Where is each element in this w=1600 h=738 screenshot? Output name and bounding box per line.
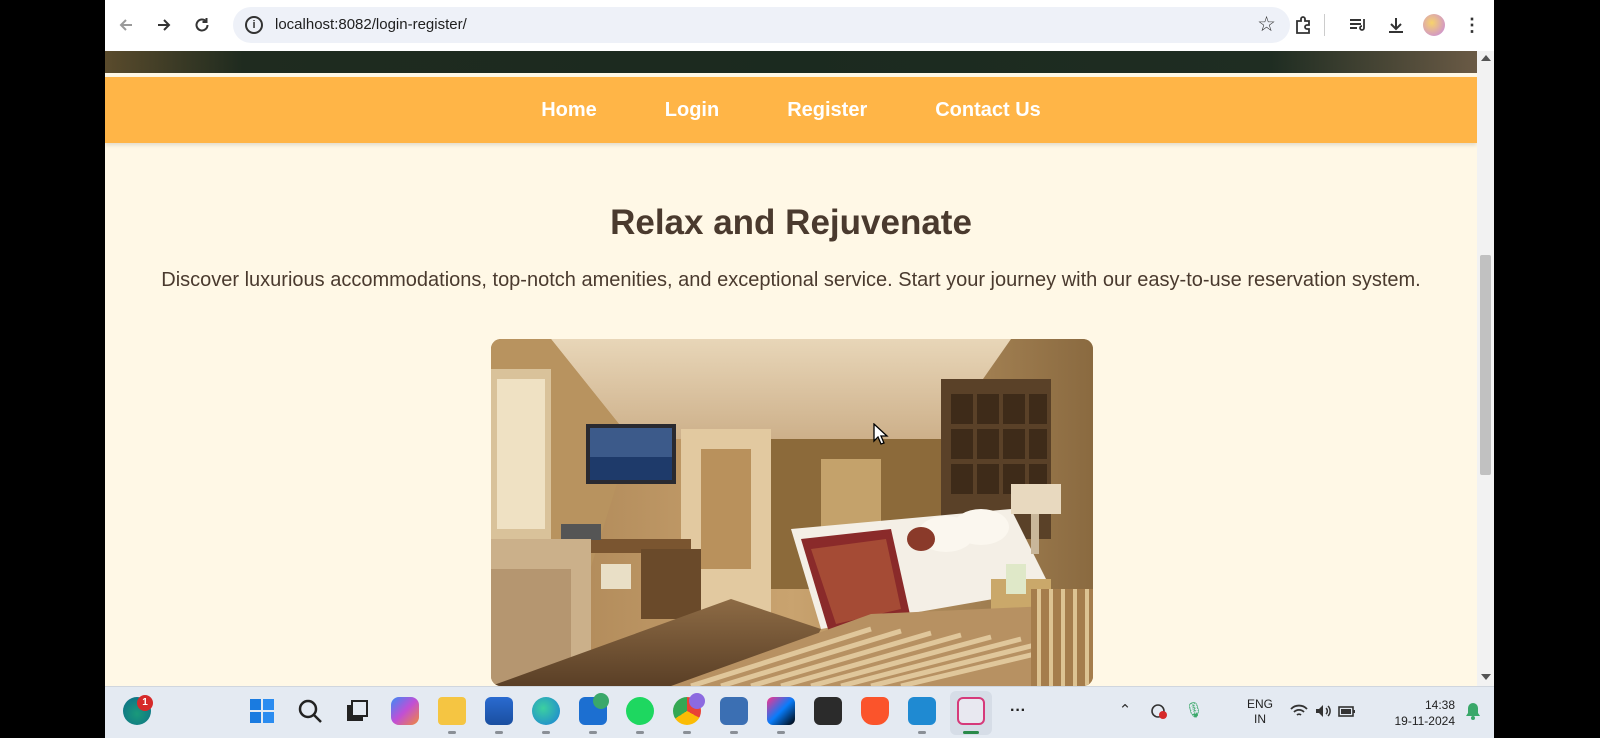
download-icon[interactable] bbox=[1383, 12, 1409, 38]
language-indicator[interactable]: ENG IN bbox=[1247, 697, 1273, 727]
search-icon[interactable] bbox=[296, 697, 324, 725]
reload-icon bbox=[195, 18, 209, 32]
clock-date: 19-11-2024 bbox=[1394, 714, 1456, 728]
back-button[interactable] bbox=[113, 12, 139, 38]
teams-badge bbox=[593, 693, 609, 709]
snipping-tool-icon[interactable] bbox=[957, 697, 985, 725]
chrome-running-dot bbox=[683, 731, 691, 734]
chrome-profile-badge bbox=[689, 693, 705, 709]
clock[interactable]: 14:38 19-11-2024 bbox=[1373, 697, 1456, 729]
vscode-icon[interactable] bbox=[908, 697, 936, 725]
more-apps-icon[interactable]: ··· bbox=[1004, 697, 1032, 725]
spotify-running-dot bbox=[636, 731, 644, 734]
edge-running-dot bbox=[542, 731, 550, 734]
wifi-icon[interactable] bbox=[1289, 701, 1309, 721]
brave-browser-icon[interactable] bbox=[861, 697, 889, 725]
menu-kebab-icon[interactable]: ⋮ bbox=[1459, 12, 1485, 38]
browser-toolbar: i localhost:8082/login-register/ ☆ ⋮ bbox=[105, 0, 1494, 51]
battery-icon[interactable] bbox=[1337, 701, 1357, 721]
arrow-right-icon bbox=[158, 19, 171, 31]
teams-running-dot bbox=[589, 731, 597, 734]
mysql-workbench-icon[interactable] bbox=[720, 697, 748, 725]
tray-overflow-chevron-icon[interactable]: ⌃ bbox=[1115, 701, 1135, 721]
windows-start-icon[interactable] bbox=[248, 697, 276, 725]
spotify-icon[interactable] bbox=[626, 697, 654, 725]
nav-register-link[interactable]: Register bbox=[787, 99, 867, 122]
profile-avatar[interactable] bbox=[1421, 12, 1447, 38]
extensions-icon[interactable] bbox=[1290, 12, 1316, 38]
browser-window: i localhost:8082/login-register/ ☆ ⋮ Hom… bbox=[105, 0, 1494, 686]
page-viewport: Home Login Register Contact Us Relax and… bbox=[105, 51, 1477, 686]
forward-button[interactable] bbox=[151, 12, 177, 38]
intellij-running-dot bbox=[777, 731, 785, 734]
page-scrollbar[interactable] bbox=[1477, 51, 1494, 686]
toolbar-divider bbox=[1324, 14, 1325, 36]
intellij-icon[interactable] bbox=[767, 697, 795, 725]
nav-contact-link[interactable]: Contact Us bbox=[935, 99, 1041, 122]
scroll-up-arrow-icon[interactable] bbox=[1481, 55, 1491, 61]
url-text: localhost:8082/login-register/ bbox=[275, 16, 467, 33]
arrow-left-icon bbox=[119, 19, 132, 31]
media-control-icon[interactable] bbox=[1345, 12, 1371, 38]
mysql-running-dot bbox=[730, 731, 738, 734]
page-description: Discover luxurious accommodations, top-n… bbox=[161, 269, 1421, 291]
nav-login-link[interactable]: Login bbox=[665, 99, 719, 122]
site-info-icon[interactable]: i bbox=[245, 16, 263, 34]
screen: i localhost:8082/login-register/ ☆ ⋮ Hom… bbox=[0, 0, 1600, 738]
store-running-dot bbox=[495, 731, 503, 734]
hotel-room-image bbox=[491, 339, 1093, 686]
windows-taskbar: 1 ··· ⌃ 🎙 ENG IN 14:38 19-11-2024 bbox=[105, 686, 1494, 738]
header-banner-image bbox=[105, 51, 1477, 73]
scroll-thumb[interactable] bbox=[1480, 255, 1491, 475]
scroll-down-arrow-icon[interactable] bbox=[1481, 674, 1491, 680]
vscode-running-dot bbox=[918, 731, 926, 734]
onedrive-error-icon[interactable] bbox=[1149, 701, 1169, 721]
microsoft-store-icon[interactable] bbox=[485, 697, 513, 725]
address-bar[interactable]: i localhost:8082/login-register/ ☆ bbox=[233, 7, 1290, 43]
reload-button[interactable] bbox=[189, 12, 215, 38]
volume-icon[interactable] bbox=[1313, 701, 1333, 721]
edge-browser-icon[interactable] bbox=[532, 697, 560, 725]
file-explorer-icon[interactable] bbox=[438, 697, 466, 725]
clock-time: 14:38 bbox=[1424, 698, 1455, 712]
widgets-badge: 1 bbox=[137, 695, 153, 711]
nav-home-link[interactable]: Home bbox=[541, 99, 597, 122]
notification-bell-icon[interactable] bbox=[1463, 701, 1483, 721]
task-view-icon[interactable] bbox=[343, 697, 371, 725]
microphone-icon[interactable]: 🎙 bbox=[1184, 701, 1204, 721]
copilot-icon[interactable] bbox=[391, 697, 419, 725]
mouse-cursor-icon bbox=[873, 422, 889, 450]
page-heading: Relax and Rejuvenate bbox=[610, 203, 972, 242]
bookmark-star-icon[interactable]: ☆ bbox=[1257, 12, 1276, 37]
snipping-active-indicator bbox=[963, 731, 979, 734]
file-explorer-running-dot bbox=[448, 731, 456, 734]
main-navbar: Home Login Register Contact Us bbox=[105, 77, 1477, 143]
terminal-icon[interactable] bbox=[814, 697, 842, 725]
